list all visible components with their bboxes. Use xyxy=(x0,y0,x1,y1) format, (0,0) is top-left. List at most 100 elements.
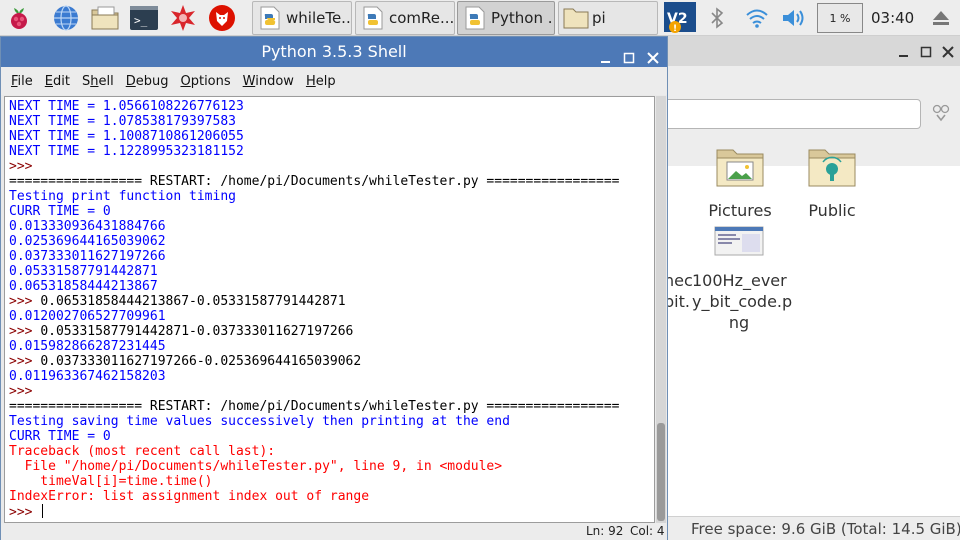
shell-line: >>> xyxy=(9,504,619,520)
shell-output-text: 0.013330936431884766 xyxy=(9,219,166,234)
file-partial[interactable]: nec bit. xyxy=(664,270,693,312)
terminal-icon[interactable]: >_ xyxy=(129,3,159,33)
shell-prompt: >>> xyxy=(9,159,41,174)
taskbar-window-pi-folder[interactable]: pi xyxy=(558,1,658,35)
taskbar-window-label: whileTe... xyxy=(286,9,352,27)
public-folder-icon xyxy=(800,146,864,192)
shell-line: Traceback (most recent call last): xyxy=(9,444,619,459)
shell-line: ================= RESTART: /home/pi/Docu… xyxy=(9,174,619,189)
menu-edit[interactable]: Edit xyxy=(41,74,74,89)
shell-line: File "/home/pi/Documents/whileTester.py"… xyxy=(9,459,619,474)
volume-icon[interactable] xyxy=(779,3,807,33)
shell-line: CURR TIME = 0 xyxy=(9,429,619,444)
eject-icon[interactable] xyxy=(928,3,954,33)
shell-line: ================= RESTART: /home/pi/Docu… xyxy=(9,399,619,414)
file-manager-icon[interactable] xyxy=(90,3,120,33)
file-label: nec bit. xyxy=(664,271,693,311)
menu-shell[interactable]: Shell xyxy=(78,74,118,89)
pictures-folder-icon xyxy=(708,146,772,192)
shell-output-text: CURR TIME = 0 xyxy=(9,204,111,219)
shell-output-text: 0.037333011627197266 xyxy=(9,249,166,264)
shell-output-text: Traceback (most recent call last): xyxy=(9,444,276,459)
file-label: Public xyxy=(808,201,856,220)
go-icon[interactable] xyxy=(930,102,952,126)
raspberry-menu-icon[interactable] xyxy=(4,3,34,33)
shell-output-text: 0.012002706527709961 xyxy=(9,309,166,324)
close-icon[interactable] xyxy=(941,44,955,58)
file-manager-window: Pictures Public nec bit. 100Hz_ever y_bi… xyxy=(660,36,960,540)
window-titlebar[interactable]: Python 3.5.3 Shell xyxy=(1,37,667,67)
svg-text:!: ! xyxy=(673,24,677,34)
shell-output-text: ================= RESTART: /home/pi/Docu… xyxy=(9,174,620,189)
shell-output-text: NEXT TIME = 1.1008710861206055 xyxy=(9,129,244,144)
menu-bar: File Edit Shell Debug Options Window Help xyxy=(1,67,667,95)
minimize-icon[interactable] xyxy=(599,45,613,63)
path-input[interactable] xyxy=(660,99,921,129)
shell-output-text: timeVal[i]=time.time() xyxy=(9,474,213,489)
folder-icon xyxy=(562,4,590,32)
web-browser-icon[interactable] xyxy=(51,3,81,33)
svg-text:>_: >_ xyxy=(134,14,148,27)
window-title: Python 3.5.3 Shell xyxy=(261,42,407,61)
vnc-icon[interactable]: V2 ! xyxy=(662,2,700,34)
shell-prompt: >>> xyxy=(9,354,41,369)
shell-line: Testing saving time values successively … xyxy=(9,414,619,429)
clock[interactable]: 03:40 xyxy=(871,9,914,27)
shell-line: >>> 0.06531858444213867-0.05331587791442… xyxy=(9,294,619,309)
maximize-icon[interactable] xyxy=(919,44,933,58)
menu-debug[interactable]: Debug xyxy=(122,74,173,89)
shell-line: >>> xyxy=(9,384,619,399)
file-label: Pictures xyxy=(708,201,772,220)
taskbar-window-comre[interactable]: comRe... xyxy=(355,1,455,35)
image-thumbnail-icon xyxy=(692,226,786,270)
text-cursor xyxy=(42,504,44,518)
file-label: 100Hz_ever y_bit_code.p ng xyxy=(692,271,793,332)
mathematica-icon[interactable] xyxy=(168,3,198,33)
menu-window[interactable]: Window xyxy=(239,74,298,89)
wolfram-icon[interactable] xyxy=(207,3,237,33)
shell-line: 0.06531858444213867 xyxy=(9,279,619,294)
taskbar-window-label: Python ... xyxy=(491,9,555,27)
menu-options[interactable]: Options xyxy=(176,74,234,89)
bluetooth-icon[interactable] xyxy=(704,3,730,33)
file-100hz-png[interactable]: 100Hz_ever y_bit_code.p ng xyxy=(692,226,793,333)
shell-output-text: Testing print function timing xyxy=(9,189,236,204)
shell-input-text: 0.037333011627197266-0.02536964416503906… xyxy=(40,354,362,369)
taskbar-window-whiletester[interactable]: whileTe... xyxy=(252,1,352,35)
wifi-icon[interactable] xyxy=(743,3,771,33)
shell-output-text: ================= RESTART: /home/pi/Docu… xyxy=(9,399,620,414)
shell-output-text: IndexError: list assignment index out of… xyxy=(9,489,370,504)
menu-help[interactable]: Help xyxy=(302,74,340,89)
shell-output-text: CURR TIME = 0 xyxy=(9,429,111,444)
minimize-icon[interactable] xyxy=(897,44,911,58)
shell-line: >>> 0.037333011627197266-0.0253696441650… xyxy=(9,354,619,369)
python-shell-window: Python 3.5.3 Shell File Edit Shell Debug Opt… xyxy=(0,36,668,540)
line-number: Ln: 92 xyxy=(586,524,624,538)
menu-file[interactable]: File xyxy=(7,74,37,89)
folder-pictures[interactable]: Pictures xyxy=(708,146,772,221)
close-icon[interactable] xyxy=(646,45,660,64)
shell-line: 0.05331587791442871 xyxy=(9,264,619,279)
folder-public[interactable]: Public xyxy=(800,146,864,221)
shell-output-text: 0.05331587791442871 xyxy=(9,264,158,279)
python-file-icon xyxy=(256,4,284,32)
shell-line: 0.011963367462158203 xyxy=(9,369,619,384)
shell-line: 0.013330936431884766 xyxy=(9,219,619,234)
taskbar-window-label: pi xyxy=(592,9,606,27)
python-file-icon xyxy=(359,4,387,32)
shell-output-text: 0.06531858444213867 xyxy=(9,279,158,294)
shell-output[interactable]: NEXT TIME = 1.0566108226776123 NEXT TIME … xyxy=(4,96,655,523)
cpu-monitor[interactable]: 1 % xyxy=(817,3,863,33)
vertical-scrollbar[interactable] xyxy=(656,96,666,523)
shell-prompt: >>> xyxy=(9,505,41,520)
shell-input-text: 0.05331587791442871-0.037333011627197266 xyxy=(40,324,354,339)
shell-output-text: NEXT TIME = 1.0566108226776123 xyxy=(9,99,244,114)
scrollbar-thumb[interactable] xyxy=(657,423,665,521)
shell-line: 0.025369644165039062 xyxy=(9,234,619,249)
shell-line: 0.037333011627197266 xyxy=(9,249,619,264)
shell-output-text: NEXT TIME = 1.078538179397583 xyxy=(9,114,236,129)
shell-output-text: 0.025369644165039062 xyxy=(9,234,166,249)
shell-line: NEXT TIME = 1.1228995323181152 xyxy=(9,144,619,159)
taskbar-window-python-shell[interactable]: Python ... xyxy=(457,1,555,35)
maximize-icon[interactable] xyxy=(622,45,636,64)
